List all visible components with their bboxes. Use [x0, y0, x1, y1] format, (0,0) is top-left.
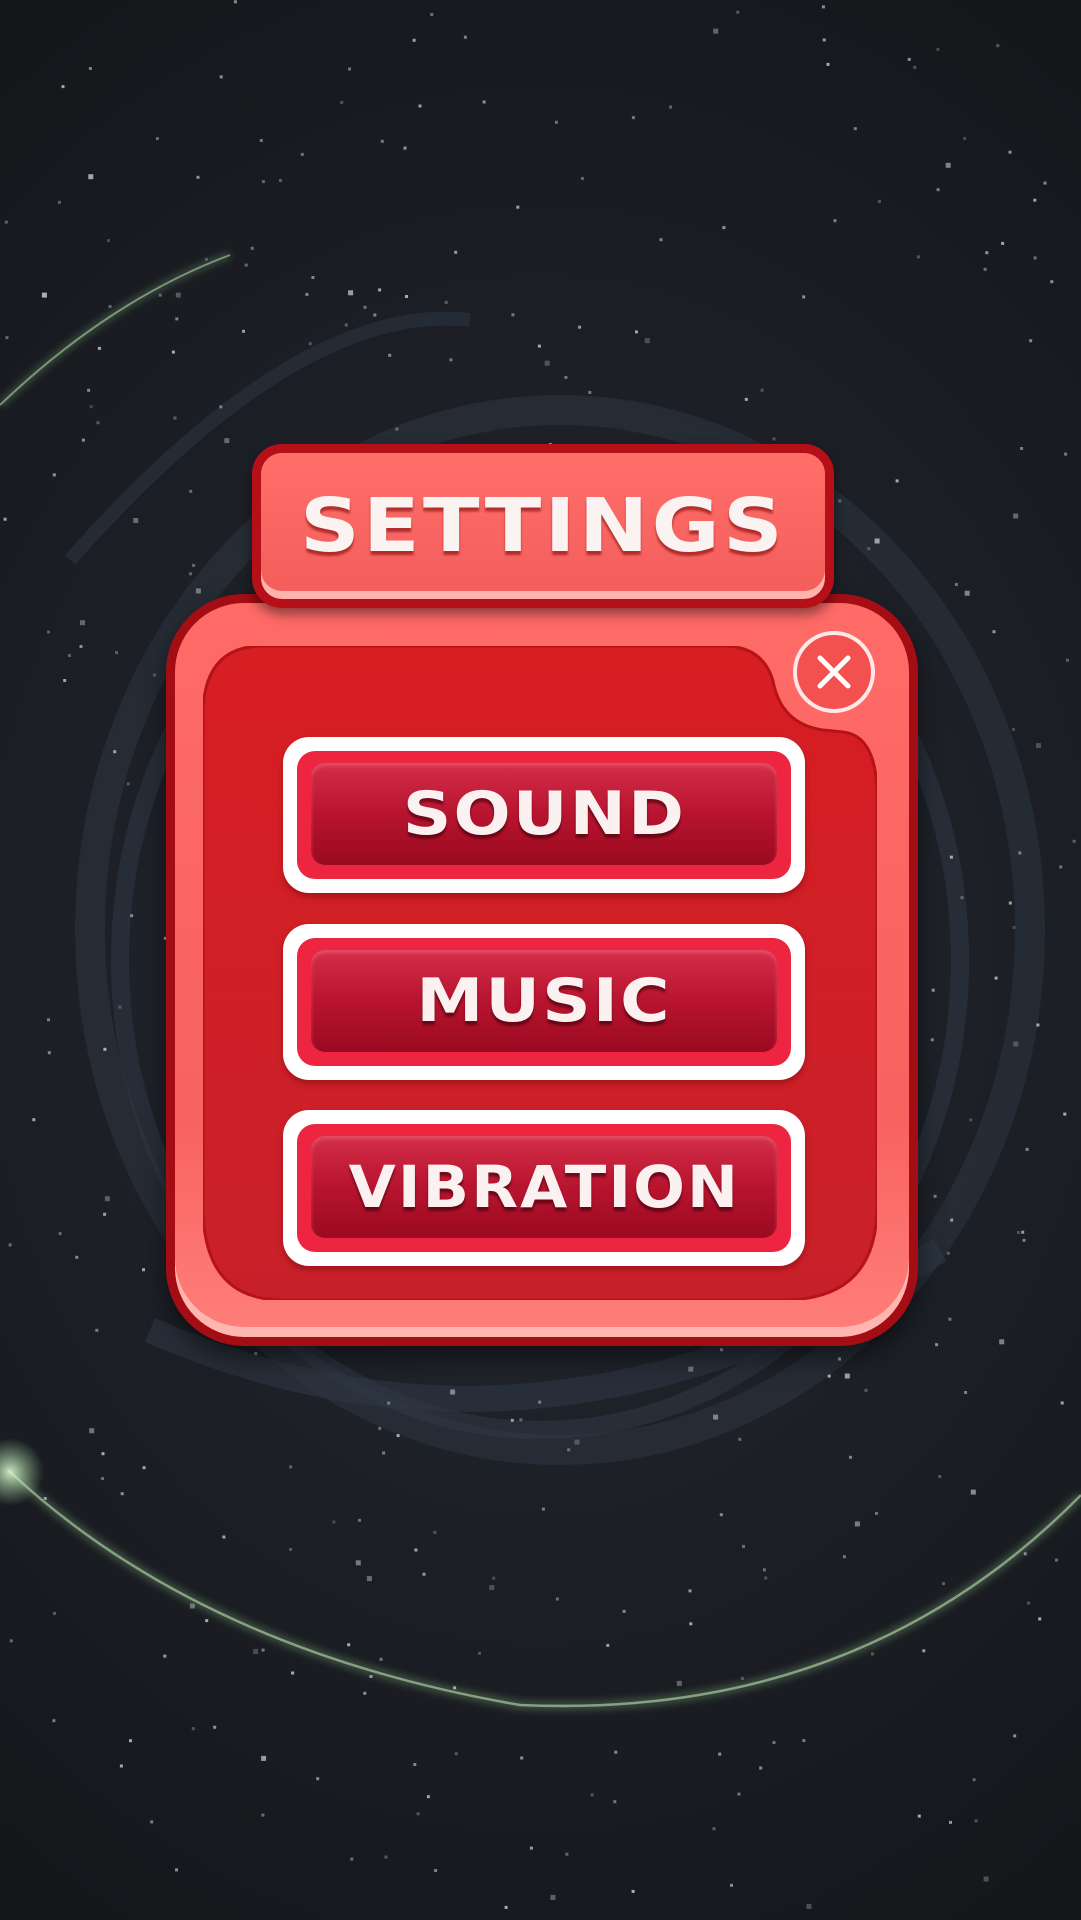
settings-title-plate: SETTINGS [252, 444, 834, 608]
close-button[interactable] [793, 631, 875, 713]
music-button-ring: MUSIC [297, 938, 791, 1066]
sound-button-ring: SOUND [297, 751, 791, 879]
sound-button-label: SOUND [402, 779, 686, 849]
settings-screen: SETTINGS SOUND MUSIC VIBRATION [0, 0, 1081, 1920]
vibration-button-label: VIBRATION [348, 1153, 740, 1221]
music-button-label: MUSIC [416, 966, 672, 1036]
sound-button-face: SOUND [311, 763, 777, 865]
page-title: SETTINGS [299, 483, 787, 569]
vibration-button-ring: VIBRATION [297, 1124, 791, 1252]
vibration-button[interactable]: VIBRATION [283, 1110, 805, 1266]
music-button[interactable]: MUSIC [283, 924, 805, 1080]
sound-button[interactable]: SOUND [283, 737, 805, 893]
close-icon [817, 655, 851, 689]
settings-dialog: SETTINGS SOUND MUSIC VIBRATION [0, 0, 1081, 1920]
vibration-button-face: VIBRATION [311, 1136, 777, 1238]
music-button-face: MUSIC [311, 950, 777, 1052]
